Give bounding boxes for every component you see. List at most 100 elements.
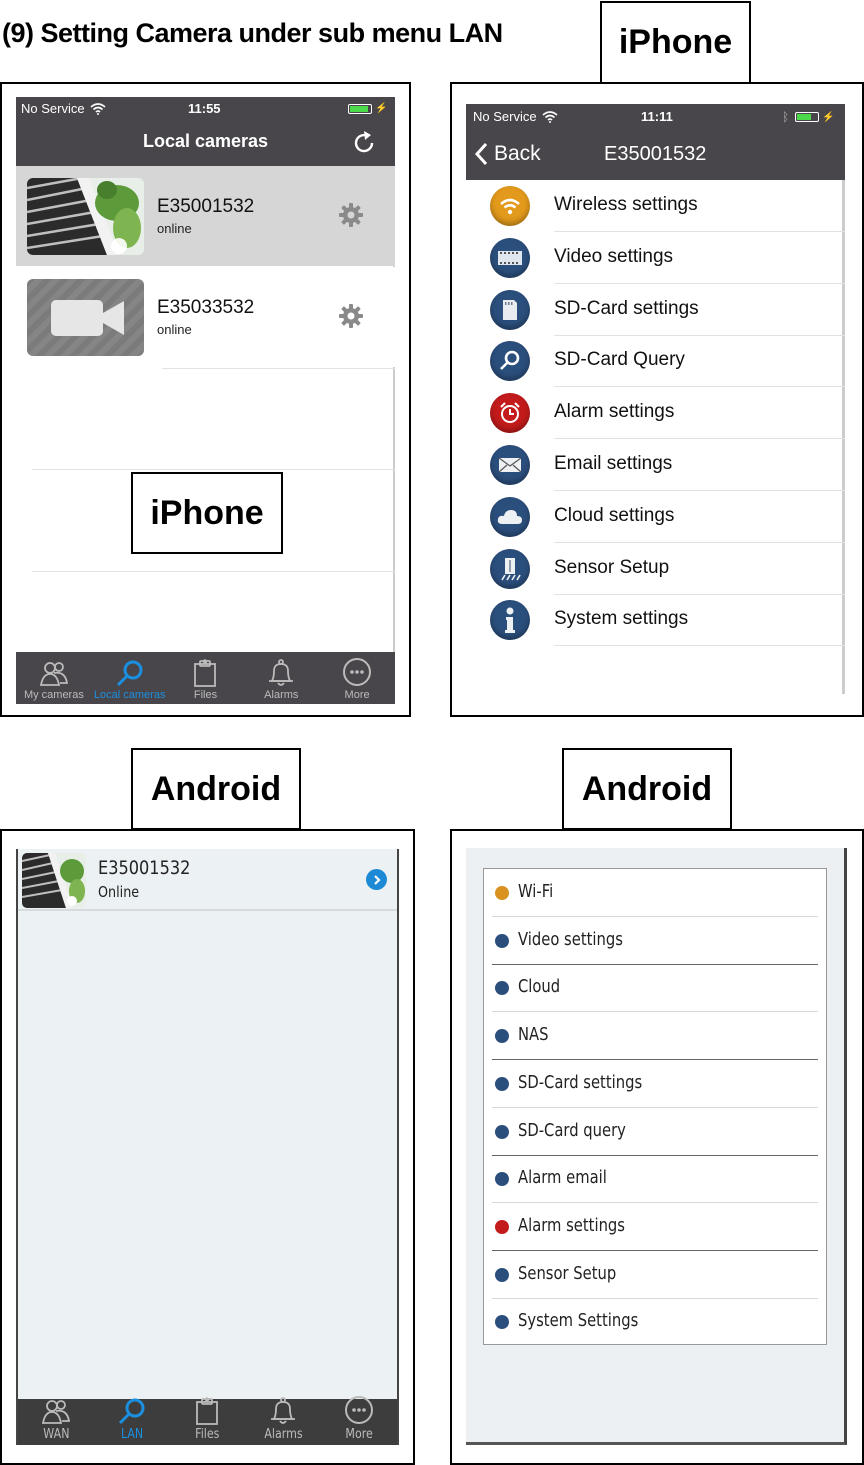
menu-item-sd-card-query[interactable]: SD-Card query [492, 1108, 818, 1156]
menu-item-email-settings[interactable]: Email settings [466, 439, 845, 491]
menu-item-label: SD-Card Query [554, 349, 685, 371]
gear-icon[interactable] [338, 202, 364, 228]
tab-lan[interactable]: LAN [94, 1397, 170, 1445]
menu-item-label: Email settings [554, 453, 673, 474]
menu-item-sensor-setup[interactable]: Sensor Setup [492, 1251, 818, 1299]
camera-status: online [157, 322, 192, 337]
status-time: 11:55 [188, 101, 221, 116]
bell-icon [266, 659, 296, 687]
menu-item-label: Alarm settings [518, 1214, 625, 1236]
nav-bar: No Service 11:55 ⚡ Local cameras [16, 97, 395, 166]
menu-item-label: SD-Card settings [518, 1071, 643, 1093]
camera-list-item[interactable]: E35001532 online [16, 166, 395, 266]
wifi-signal-icon [90, 102, 106, 115]
people-icon [41, 1399, 71, 1425]
wifi-icon [490, 186, 530, 226]
sd-card-icon [490, 289, 530, 330]
menu-item-wi-fi[interactable]: Wi-Fi [492, 869, 818, 917]
bell-icon [268, 1397, 298, 1425]
sensor-icon [490, 548, 530, 589]
menu-item-label: Wireless settings [554, 194, 698, 215]
tab-alarms[interactable]: Alarms [243, 652, 319, 704]
tab-wan[interactable]: WAN [18, 1399, 94, 1445]
chevron-left-icon [474, 142, 488, 166]
tab-local-cameras[interactable]: Local cameras [92, 652, 168, 704]
tab-alarms[interactable]: Alarms [245, 1397, 321, 1445]
menu-item-system-settings[interactable]: System Settings [492, 1298, 818, 1346]
menu-item-alarm-settings[interactable]: Alarm settings [492, 1203, 818, 1251]
carrier-text: No Service [473, 109, 537, 124]
camera-status: online [157, 221, 192, 236]
tab-more[interactable]: More [319, 652, 395, 704]
info-icon [490, 600, 530, 641]
back-button[interactable]: Back [474, 142, 541, 166]
tab-label: WAN [42, 1427, 69, 1442]
page-title: Local cameras [142, 131, 269, 151]
alarm-clock-icon [495, 1219, 509, 1234]
menu-item-label: Video settings [554, 245, 674, 267]
charging-icon: ⚡ [822, 111, 835, 123]
magnifier-icon [495, 1124, 509, 1139]
video-camera-placeholder-icon [27, 279, 144, 356]
menu-item-label: SD-Card settings [554, 297, 699, 319]
camera-name: E35001532 [98, 857, 191, 879]
menu-item-alarm-email[interactable]: Alarm email [492, 1155, 818, 1204]
charging-icon: ⚡ [375, 103, 388, 114]
cloud-icon [490, 496, 530, 537]
wifi-icon [495, 886, 509, 900]
menu-item-sensor-setup[interactable]: Sensor Setup [466, 543, 845, 595]
iphone-local-cameras-screen: No Service 11:55 ⚡ Local cameras E350015… [16, 97, 395, 704]
menu-item-wireless-settings[interactable]: Wireless settings [466, 180, 845, 232]
tab-label: Local cameras [93, 689, 166, 701]
film-icon [490, 237, 530, 278]
tab-more[interactable]: More [321, 1396, 397, 1445]
menu-item-label: Video settings [518, 928, 623, 950]
label-text: Android [150, 769, 282, 808]
camera-list-item[interactable]: E35001532 Online [18, 849, 397, 911]
menu-item-label: Alarm settings [554, 401, 675, 423]
menu-item-video-settings[interactable]: Video settings [492, 917, 818, 965]
menu-item-sd-card-query[interactable]: SD-Card Query [466, 335, 845, 388]
menu-item-nas[interactable]: NAS [492, 1012, 818, 1061]
divider [32, 469, 395, 470]
camera-name: E35001532 [157, 196, 255, 217]
menu-item-label: Sensor Setup [518, 1262, 617, 1284]
menu-item-sd-card-settings[interactable]: SD-Card settings [466, 284, 845, 336]
tab-label: Alarms [264, 1427, 303, 1442]
status-time: 11:11 [641, 109, 673, 124]
camera-list-item[interactable]: E35033532 online [16, 267, 395, 367]
tab-label: My cameras [23, 689, 84, 701]
gear-icon[interactable] [338, 303, 364, 329]
camera-thumbnail [22, 853, 86, 908]
menu-item-system-settings[interactable]: System settings [466, 594, 845, 647]
info-icon [495, 1029, 509, 1044]
divider [162, 368, 395, 369]
tab-files[interactable]: Files [170, 1397, 246, 1445]
chevron-right-icon[interactable] [366, 869, 387, 890]
menu-item-label: System Settings [518, 1310, 639, 1332]
settings-menu: Wi-Fi Video settings Cloud NAS SD-Card setti… [483, 868, 827, 1345]
menu-item-video-settings[interactable]: Video settings [466, 232, 845, 284]
menu-item-label: Cloud [518, 976, 561, 998]
menu-item-cloud-settings[interactable]: Cloud settings [466, 491, 845, 543]
label-iphone-top: iPhone [600, 1, 751, 84]
tab-files[interactable]: Files [168, 652, 244, 704]
label-android-right: Android [562, 748, 732, 830]
tab-label: Files [193, 689, 218, 701]
refresh-icon[interactable] [351, 130, 377, 156]
status-bar: No Service [473, 109, 558, 124]
search-icon [116, 1397, 148, 1425]
nav-bar: No Service 11:11 ᛒ ⚡ Back E35001532 [466, 104, 845, 180]
iphone-camera-settings-screen: No Service 11:11 ᛒ ⚡ Back E35001532 Wire… [466, 104, 845, 694]
menu-item-alarm-settings[interactable]: Alarm settings [466, 387, 845, 440]
battery-icon [795, 112, 820, 122]
label-text: iPhone [618, 23, 733, 61]
menu-item-sd-card-settings[interactable]: SD-Card settings [492, 1060, 818, 1108]
divider [554, 645, 845, 647]
tab-my-cameras[interactable]: My cameras [16, 652, 92, 704]
menu-item-cloud[interactable]: Cloud [492, 964, 818, 1013]
android-lan-screen: E35001532 Online WAN LAN Files Alarms More [16, 849, 399, 1445]
label-android-left: Android [131, 748, 301, 830]
status-bar: No Service [21, 101, 106, 116]
sd-card-icon [495, 1076, 509, 1091]
